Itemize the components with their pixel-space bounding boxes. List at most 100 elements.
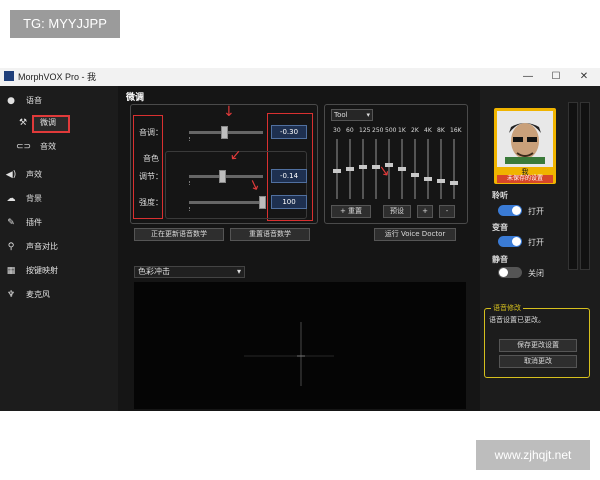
reset-voice-button[interactable]: 重置语音数学 <box>230 228 310 241</box>
microphone-icon: ♆ <box>6 290 16 300</box>
volume-icon: ◀) <box>5 170 17 180</box>
window-title: MorphVOX Pro - 我 <box>18 72 97 82</box>
eq-band-label: 1K <box>398 127 406 134</box>
voice-doctor-button[interactable]: 运行 Voice Doctor <box>374 228 456 241</box>
sidebar-item-label: 声效 <box>26 170 42 179</box>
eq-band-slider-track[interactable] <box>427 139 429 199</box>
sidebar-item-label: 语音 <box>26 96 42 105</box>
eq-band-slider-thumb[interactable] <box>450 181 458 185</box>
eq-band-label: 8K <box>437 127 445 134</box>
timbre-adjust-label: 调节： <box>139 172 163 181</box>
sidebar-item-keybind[interactable]: ▦ 按键映射 <box>0 262 118 280</box>
search-icon: ⚲ <box>7 242 15 252</box>
eq-band-slider-track[interactable] <box>440 139 442 199</box>
eq-band-label: 500 <box>385 127 397 134</box>
timbre-strength-slider-thumb[interactable] <box>259 196 266 209</box>
sidebar-item-compare[interactable]: ⚲ 声音对比 <box>0 238 118 256</box>
eq-band-slider-thumb[interactable] <box>437 179 445 183</box>
eq-preset-button[interactable]: 预设 <box>383 205 411 218</box>
watermark-top: TG: MYYJJPP <box>10 10 120 38</box>
voice-changed-box: 语音修改 语音设置已更改。 保存更改设置 取消更改 <box>484 303 590 378</box>
sidebar-item-tweak[interactable]: ⚒ 微调 <box>0 114 118 133</box>
eq-band-slider-track[interactable] <box>414 139 416 199</box>
equalizer-panel: Tool ▾ 30 60 125 250 500 1K 2K 4K 8K 16K + 重置 预设 … <box>324 104 468 224</box>
mute-label: 静音 <box>492 255 508 264</box>
minimize-button[interactable]: — <box>516 68 540 86</box>
toggle-knob <box>512 206 521 215</box>
cloud-icon: ☁ <box>6 194 16 204</box>
chevron-down-icon: ▾ <box>366 111 370 119</box>
morph-state: 打开 <box>528 238 544 247</box>
eq-band-slider-track[interactable] <box>362 139 364 199</box>
input-level-meter <box>568 102 578 270</box>
timbre-group-label: 音色 <box>143 154 159 163</box>
sidebar-item-sounds[interactable]: ◀) 声效 <box>0 166 118 184</box>
eq-reset-button[interactable]: + 重置 <box>331 205 371 218</box>
morph-label: 变音 <box>492 223 508 232</box>
right-panel: 我 未保存的设置 聆听 打开 变音 打开 静音 关闭 语音修改 语音设置已更改。… <box>480 86 600 411</box>
timbre-strength-value-field[interactable]: 100 <box>271 195 307 209</box>
sidebar-item-label: 麦克风 <box>26 290 50 299</box>
speaker-head-icon: ● <box>7 96 15 106</box>
keyboard-icon: ▦ <box>6 266 16 276</box>
sidebar-item-microphone[interactable]: ♆ 麦克风 <box>0 286 118 304</box>
eq-band-slider-track[interactable] <box>453 139 455 199</box>
morph-toggle[interactable] <box>498 236 522 247</box>
pitch-label: 音调： <box>139 128 163 137</box>
chevron-down-icon: ▾ <box>236 267 241 276</box>
update-voice-button[interactable]: 正在更新语音数学 <box>134 228 224 241</box>
eq-preset-value: Tool <box>334 111 348 119</box>
eq-band-label: 125 <box>359 127 371 134</box>
eq-band-slider-thumb[interactable] <box>411 173 419 177</box>
plus-icon: + <box>339 207 346 215</box>
mute-toggle[interactable] <box>498 267 522 278</box>
main-panel: 微调 音调： -0.30 ↓ 音色 调节： -0.14 ↓ 强度： 100 ↓ … <box>118 86 480 411</box>
eq-band-label: 16K <box>450 127 462 134</box>
eq-band-slider-thumb[interactable] <box>424 177 432 181</box>
maximize-button[interactable]: ☐ <box>544 68 568 86</box>
eq-remove-button[interactable]: - <box>439 205 455 218</box>
timbre-strength-slider-track[interactable] <box>189 201 263 204</box>
sidebar-item-effects[interactable]: ⊂⊃ 音效 <box>0 138 118 156</box>
eq-add-button[interactable]: + <box>417 205 433 218</box>
eq-band-slider-thumb[interactable] <box>346 167 354 171</box>
eq-band-label: 2K <box>411 127 419 134</box>
ring-icon: ⊂⊃ <box>16 142 32 152</box>
pitch-value-field[interactable]: -0.30 <box>271 125 307 139</box>
sidebar-item-plugins[interactable]: ✎ 插件 <box>0 214 118 232</box>
visual-dropdown[interactable]: 色彩冲击 ▾ <box>134 266 245 278</box>
app-logo-icon <box>4 71 14 81</box>
waveform-svg <box>244 322 334 386</box>
toggle-knob <box>499 268 508 277</box>
page-title: 微调 <box>126 93 145 103</box>
listen-toggle[interactable] <box>498 205 522 216</box>
sidebar-item-voice[interactable]: ● 语音 <box>0 92 118 110</box>
eq-band-slider-thumb[interactable] <box>333 169 341 173</box>
timbre-adjust-slider-thumb[interactable] <box>219 170 226 183</box>
watermark-bottom: www.zjhqjt.net <box>476 440 590 470</box>
morphvox-window: MorphVOX Pro - 我 — ☐ ✕ ● 语音 ⚒ 微调 ⊂⊃ 音效 ◀… <box>0 68 600 411</box>
eq-band-label: 4K <box>424 127 432 134</box>
eq-band-slider-thumb[interactable] <box>359 165 367 169</box>
avatar <box>497 111 553 167</box>
listen-state: 打开 <box>528 207 544 216</box>
sidebar-item-label: 声音对比 <box>26 242 58 251</box>
pitch-slider-thumb[interactable] <box>221 126 228 139</box>
sidebar-item-label: 背景 <box>26 194 42 203</box>
eq-band-label: 60 <box>346 127 354 134</box>
voice-changed-title: 语音修改 <box>491 303 523 313</box>
timbre-adjust-value-field[interactable]: -0.14 <box>271 169 307 183</box>
cancel-changes-button[interactable]: 取消更改 <box>499 355 577 368</box>
timbre-strength-slider-ticks <box>189 207 264 211</box>
save-changes-button[interactable]: 保存更改设置 <box>499 339 577 352</box>
close-button[interactable]: ✕ <box>572 68 596 86</box>
tools-icon: ⚒ <box>18 118 28 128</box>
eq-preset-dropdown[interactable]: Tool ▾ <box>331 109 373 121</box>
voice-avatar[interactable]: 我 未保存的设置 <box>494 108 556 184</box>
visual-dropdown-value: 色彩冲击 <box>138 267 170 276</box>
eq-reset-label: 重置 <box>348 207 363 215</box>
voice-changed-message: 语音设置已更改。 <box>489 316 545 324</box>
eq-band-slider-thumb[interactable] <box>398 167 406 171</box>
sidebar-item-background[interactable]: ☁ 背景 <box>0 190 118 208</box>
mute-state: 关闭 <box>528 269 544 278</box>
